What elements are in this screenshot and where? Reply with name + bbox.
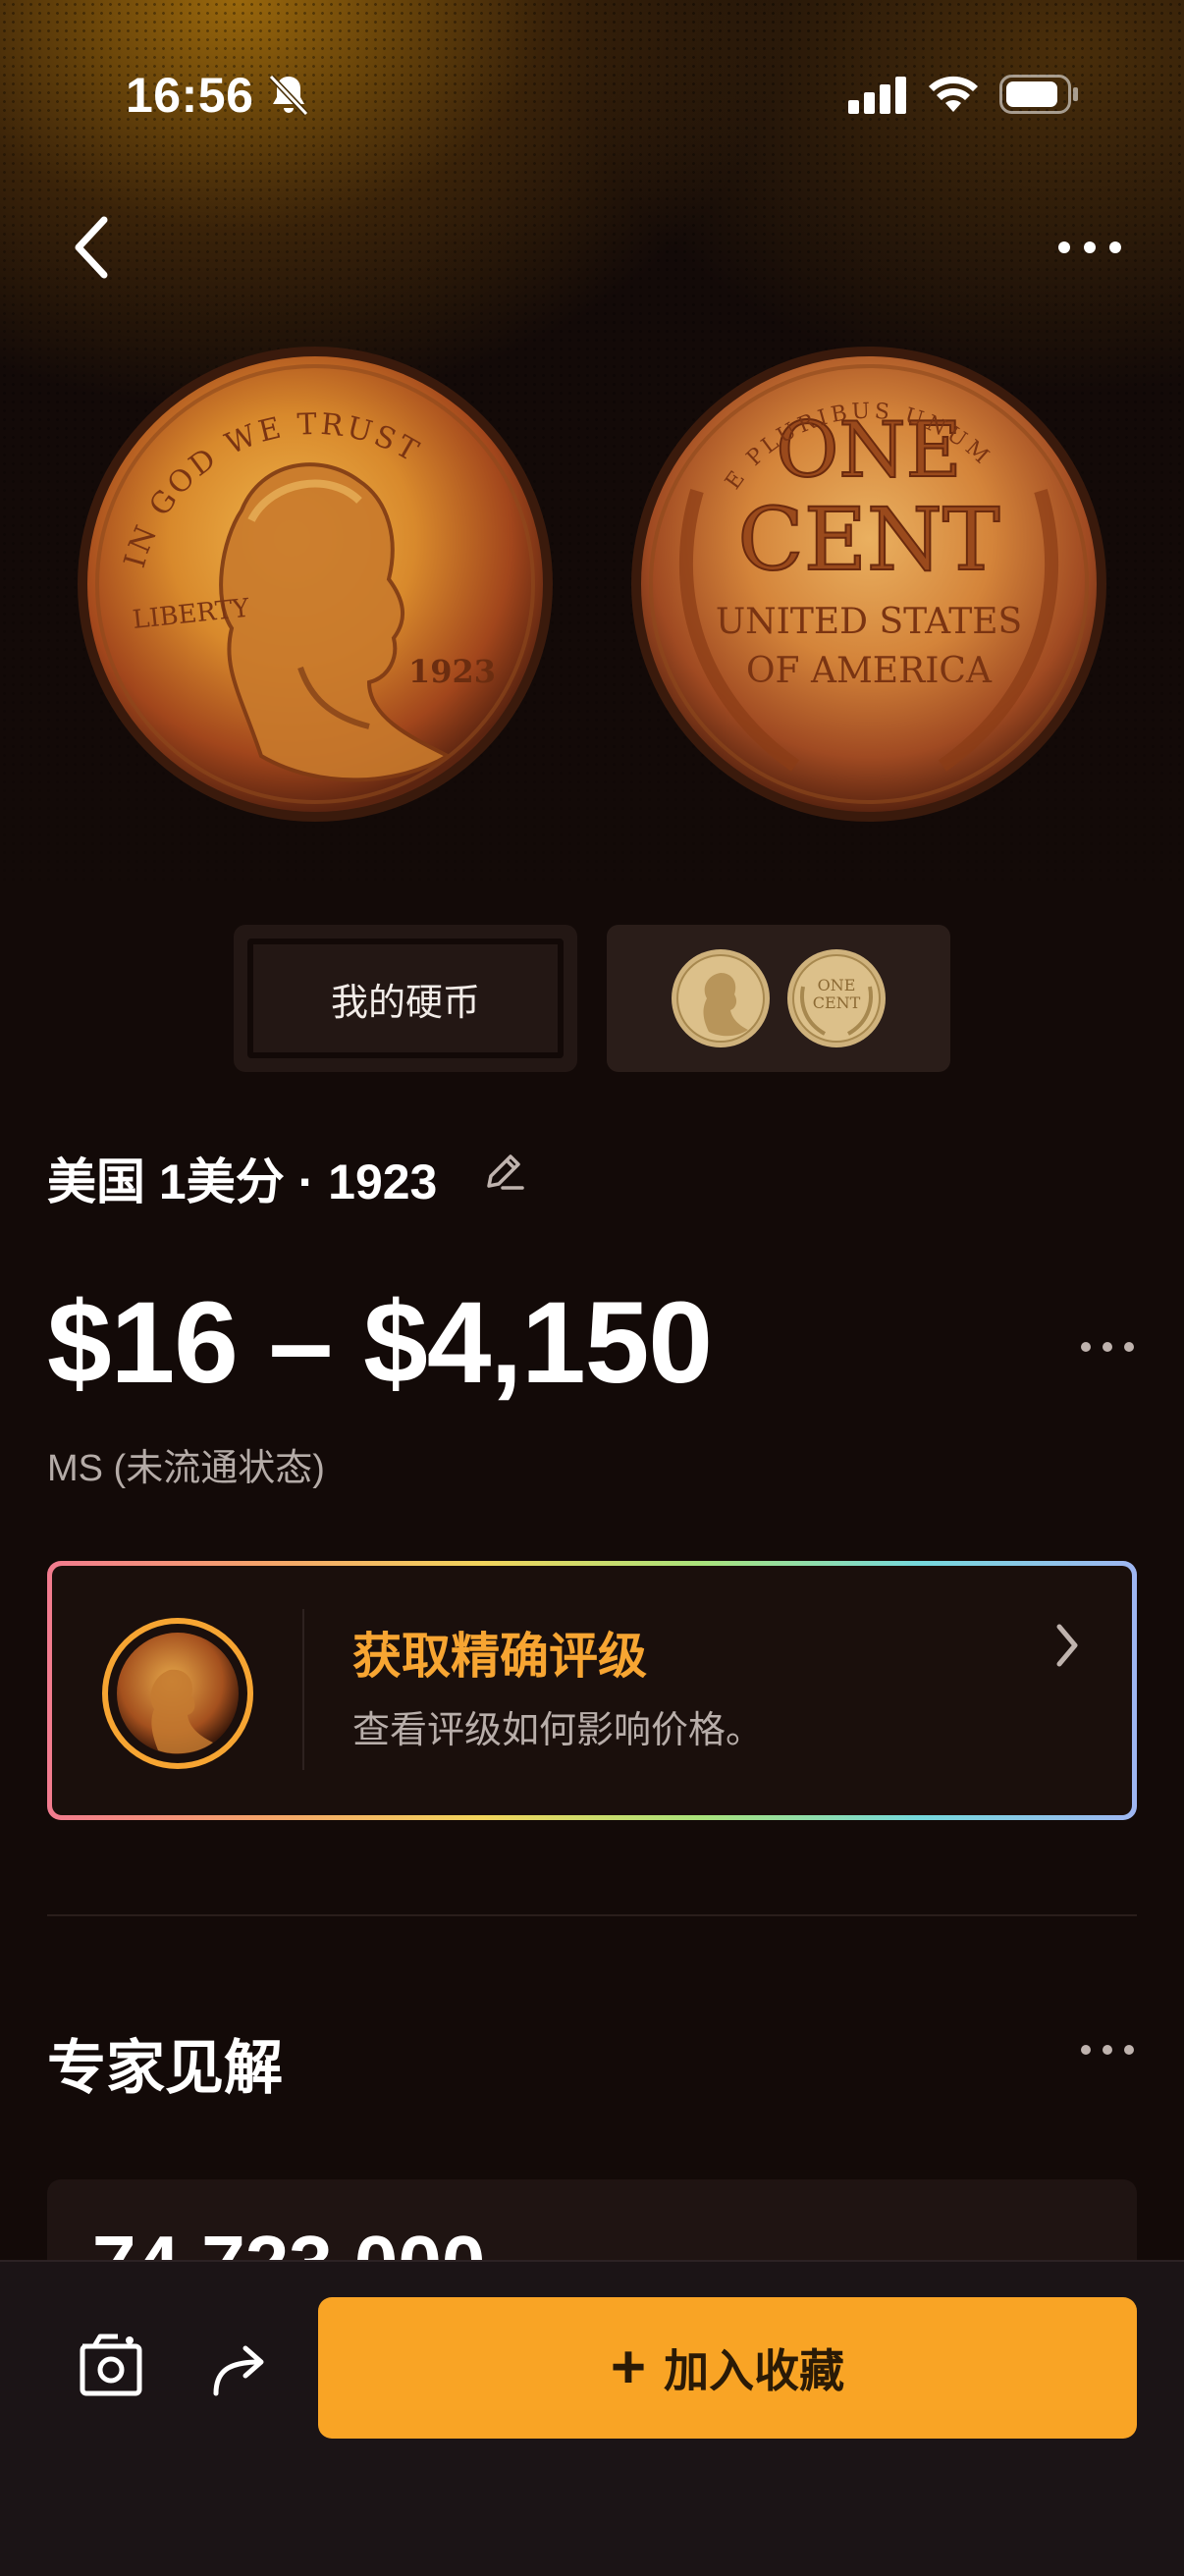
bottom-action-bar: + 加入收藏	[0, 2260, 1184, 2576]
silent-bell-icon	[268, 74, 309, 117]
price-range: $16 – $4,150	[47, 1278, 713, 1408]
coin-thumb-reverse-icon: ONE CENT	[787, 949, 886, 1047]
svg-text:CENT: CENT	[737, 489, 999, 590]
add-to-collection-button[interactable]: + 加入收藏	[318, 2297, 1137, 2439]
battery-icon	[999, 75, 1078, 114]
back-chevron-icon[interactable]	[61, 208, 130, 287]
coin-thumb-obverse-icon	[672, 949, 770, 1047]
share-icon[interactable]	[208, 2340, 271, 2399]
svg-text:1923: 1923	[408, 653, 496, 690]
coin-obverse-image[interactable]: LIBERTY 1923 IN GOD WE TRUST	[75, 344, 556, 825]
tab-reference-coin[interactable]: ONE CENT	[607, 925, 950, 1072]
svg-text:ONE: ONE	[818, 976, 856, 994]
add-to-collection-label: 加入收藏	[664, 2345, 845, 2396]
section-divider	[47, 1914, 1137, 1916]
status-bar: 16:56	[0, 59, 1184, 137]
coin-reverse-image[interactable]: ONE CENT UNITED STATES OF AMERICA E PLUR…	[628, 344, 1109, 825]
grade-card-subtitle: 查看评级如何影响价格。	[352, 1710, 764, 1751]
svg-text:CENT: CENT	[813, 993, 861, 1012]
grade-coin-icon	[102, 1618, 253, 1769]
grade-card-title: 获取精确评级	[352, 1629, 647, 1684]
more-options-icon[interactable]	[1050, 222, 1129, 273]
coin-title: 美国 1美分 · 1923	[47, 1154, 438, 1209]
tab-my-coin[interactable]: 我的硬币	[234, 925, 577, 1072]
svg-text:OF AMERICA: OF AMERICA	[746, 651, 993, 691]
card-divider	[302, 1609, 304, 1770]
wifi-icon	[929, 76, 978, 112]
tab-my-coin-label: 我的硬币	[247, 939, 564, 1058]
plus-icon: +	[610, 2334, 647, 2401]
status-time: 16:56	[126, 68, 254, 123]
price-more-icon[interactable]	[1078, 1339, 1137, 1355]
svg-text:UNITED STATES: UNITED STATES	[716, 602, 1022, 642]
cellular-signal-icon	[848, 77, 906, 114]
chevron-right-icon	[1056, 1624, 1078, 1667]
grade-label: MS (未流通状态)	[47, 1448, 325, 1489]
expert-more-icon[interactable]	[1078, 2042, 1137, 2058]
expert-insights-title: 专家见解	[47, 2035, 283, 2101]
camera-icon[interactable]	[77, 2331, 145, 2399]
pencil-icon[interactable]	[481, 1149, 526, 1194]
get-grade-card[interactable]: 获取精确评级 查看评级如何影响价格。	[47, 1561, 1137, 1820]
